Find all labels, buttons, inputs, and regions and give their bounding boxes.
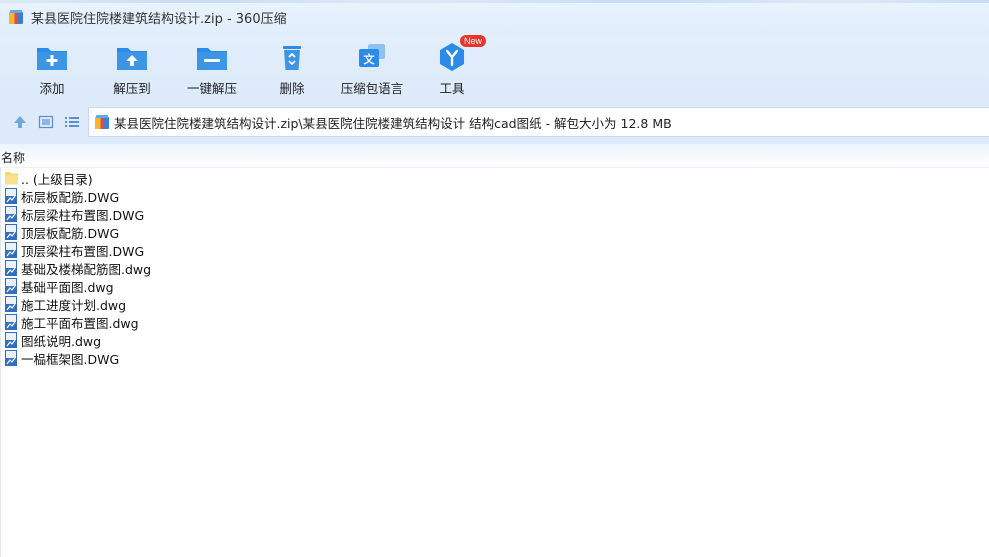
archive-language-button-label: 压缩包语言 (340, 81, 404, 96)
list-item[interactable]: 一榀框架图.DWG (4, 349, 119, 367)
list-item[interactable]: 基础及楼梯配筋图.dwg (4, 259, 151, 277)
dwg-file-icon (5, 242, 17, 258)
list-item[interactable]: 基础平面图.dwg (4, 277, 114, 295)
svg-text:文: 文 (364, 52, 376, 66)
list-header: 名称 (0, 144, 989, 168)
archive-file-icon (95, 115, 109, 129)
one-click-extract-button[interactable]: 一键解压 (172, 38, 252, 98)
list-item[interactable]: 顶层板配筋.DWG (4, 223, 119, 241)
window-title: 某县医院住院楼建筑结构设计.zip - 360压缩 (31, 11, 287, 27)
folder-oneclick-icon (197, 48, 227, 70)
list-item-parent-directory[interactable]: .. (上级目录) (4, 169, 93, 187)
add-button-label: 添加 (39, 81, 65, 96)
list-item[interactable]: 标层板配筋.DWG (4, 187, 119, 205)
address-bar: 某县医院住院楼建筑结构设计.zip\某县医院住院楼建筑结构设计 结构cad图纸 … (0, 100, 989, 144)
folder-icon (5, 172, 18, 185)
title-bar-decoration (0, 0, 989, 3)
list-view-icon[interactable] (63, 113, 81, 131)
dwg-file-icon (5, 332, 17, 348)
tools-button[interactable]: New 工具 (412, 35, 492, 98)
one-click-extract-button-label: 一键解压 (186, 81, 237, 96)
archive-app-icon (9, 10, 23, 24)
dwg-file-icon (5, 260, 17, 276)
list-item-label: 施工平面布置图.dwg (21, 315, 139, 331)
add-button[interactable]: 添加 (12, 38, 92, 98)
new-badge: New (460, 35, 487, 47)
path-box[interactable]: 某县医院住院楼建筑结构设计.zip\某县医院住院楼建筑结构设计 结构cad图纸 … (88, 107, 989, 137)
list-item-label: 基础及楼梯配筋图.dwg (21, 261, 152, 277)
folder-plus-icon (37, 48, 67, 70)
file-list: .. (上级目录) 标层板配筋.DWG 标层梁柱布置图.DWG 顶层板配筋.DW… (0, 168, 989, 557)
extract-to-button-label: 解压到 (113, 81, 151, 96)
dwg-file-icon (5, 206, 17, 222)
list-item-label: .. (上级目录) (21, 171, 93, 187)
dwg-file-icon (5, 188, 17, 204)
language-icon: 文 (359, 44, 385, 67)
column-header-name[interactable]: 名称 (1, 149, 25, 166)
list-item[interactable]: 顶层梁柱布置图.DWG (4, 241, 144, 259)
list-item-label: 图纸说明.dwg (21, 333, 102, 349)
list-item[interactable]: 施工平面布置图.dwg (4, 313, 139, 331)
list-item-label: 一榀框架图.DWG (21, 351, 120, 367)
archive-path: 某县医院住院楼建筑结构设计.zip\某县医院住院楼建筑结构设计 结构cad图纸 … (114, 115, 672, 131)
thumbnail-view-icon[interactable] (37, 113, 55, 131)
list-item-label: 顶层梁柱布置图.DWG (21, 243, 145, 259)
list-item-label: 标层梁柱布置图.DWG (21, 207, 145, 223)
delete-button-label: 删除 (279, 81, 305, 96)
list-item[interactable]: 图纸说明.dwg (4, 331, 101, 349)
list-item-label: 基础平面图.dwg (21, 279, 114, 295)
extract-to-button[interactable]: 解压到 (92, 38, 172, 98)
dwg-file-icon (5, 296, 17, 312)
title-bar: 某县医院住院楼建筑结构设计.zip - 360压缩 (0, 0, 989, 34)
list-item[interactable]: 施工进度计划.dwg (4, 295, 126, 313)
list-item[interactable]: 标层梁柱布置图.DWG (4, 205, 144, 223)
folder-extract-icon (117, 48, 147, 70)
up-level-icon[interactable] (11, 113, 29, 131)
dwg-file-icon (5, 314, 17, 330)
list-item-label: 施工进度计划.dwg (21, 297, 127, 313)
list-item-label: 顶层板配筋.DWG (21, 225, 120, 241)
dwg-file-icon (5, 278, 17, 294)
dwg-file-icon (5, 350, 17, 366)
tools-button-label: 工具 (439, 81, 465, 96)
archive-language-button[interactable]: 文 压缩包语言 (332, 38, 412, 98)
delete-button[interactable]: 删除 (252, 38, 332, 98)
dwg-file-icon (5, 224, 17, 240)
recycle-bin-icon (283, 46, 301, 70)
toolbar: 添加 解压到 一键解压 删除 文 压缩包语言 New 工具 (0, 34, 989, 100)
list-item-label: 标层板配筋.DWG (21, 189, 120, 205)
